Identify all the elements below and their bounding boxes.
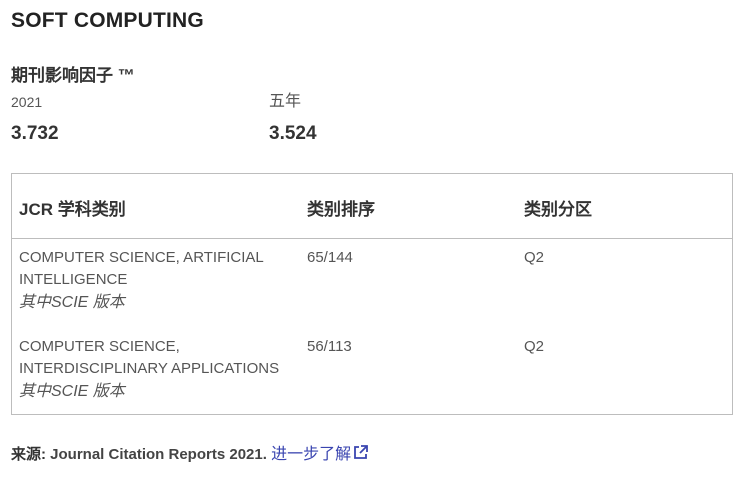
metric-value: 3.524 (269, 123, 317, 144)
impact-factor-five-year: 五年 3.524 (269, 93, 317, 145)
metric-value: 3.732 (11, 123, 59, 144)
learn-more-label: 进一步了解 (271, 446, 352, 463)
category-cell: COMPUTER SCIENCE, INTERDISCIPLINARY APPL… (19, 336, 289, 404)
external-link-icon (352, 444, 369, 466)
impact-factor-2021: 2021 3.732 (11, 93, 59, 145)
column-header-quartile: 类别分区 (524, 200, 592, 219)
learn-more-link[interactable]: 进一步了解 (271, 444, 369, 466)
edition-label: 其中SCIE 版本 (19, 383, 125, 400)
jcr-category-table: JCR 学科类别 类别排序 类别分区 COMPUTER SCIENCE, ART… (11, 173, 733, 415)
impact-factor-heading: 期刊影响因子 ™ (11, 66, 135, 85)
source-text: Journal Citation Reports 2021. (50, 446, 267, 463)
category-name: COMPUTER SCIENCE, INTERDISCIPLINARY APPL… (19, 338, 280, 377)
table-header: JCR 学科类别 类别排序 类别分区 (12, 174, 732, 239)
source-label: 来源: (11, 446, 46, 463)
category-cell: COMPUTER SCIENCE, ARTIFICIAL INTELLIGENC… (19, 247, 289, 315)
metric-label: 五年 (269, 93, 302, 110)
column-header-category: JCR 学科类别 (19, 200, 126, 219)
source-citation: 来源: Journal Citation Reports 2021. 进一步了解 (11, 440, 369, 466)
journal-title: SOFT COMPUTING (11, 9, 204, 32)
column-header-rank: 类别排序 (307, 200, 375, 219)
edition-label: 其中SCIE 版本 (19, 294, 125, 311)
rank-cell: 65/144 (307, 249, 353, 266)
category-name: COMPUTER SCIENCE, ARTIFICIAL INTELLIGENC… (19, 249, 264, 288)
rank-cell: 56/113 (307, 338, 352, 355)
metric-label: 2021 (11, 94, 43, 110)
quartile-cell: Q2 (524, 249, 545, 266)
quartile-cell: Q2 (524, 338, 545, 355)
